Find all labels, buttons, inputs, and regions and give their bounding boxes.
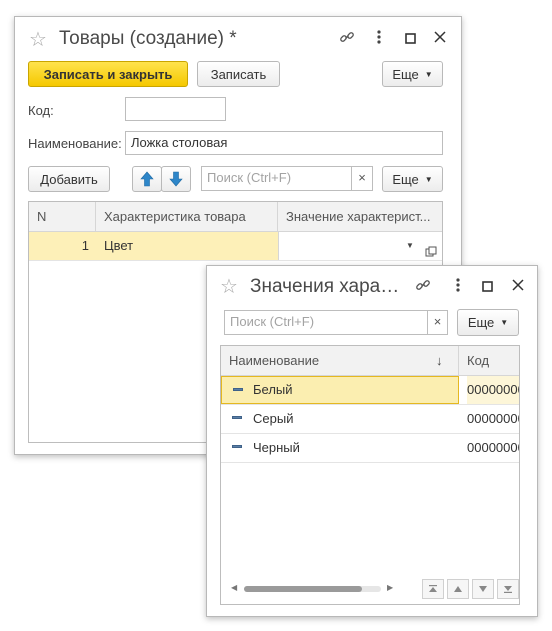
list-item-name: Серый [253, 411, 294, 426]
list-item-name-cell: Белый [221, 376, 459, 404]
list-item-name-cell: Черный [221, 434, 459, 462]
main-form-title: Товары (создание) * [59, 28, 237, 49]
move-down-button[interactable] [161, 166, 191, 192]
column-header-code[interactable]: Код [459, 346, 519, 375]
scroll-down-icon [479, 586, 487, 592]
column-header-name[interactable]: Наименование ↓ [221, 346, 459, 375]
search-clear-button[interactable]: × [351, 166, 373, 191]
column-header-name-label: Наименование [229, 353, 320, 368]
row-value-field[interactable]: ▼ [278, 232, 442, 260]
link-icon[interactable] [339, 29, 355, 48]
column-header-n[interactable]: N [29, 202, 96, 231]
table-more-button[interactable]: Еще ▼ [382, 166, 443, 192]
name-field[interactable]: Ложка столовая [125, 131, 443, 155]
favorite-star-icon[interactable]: ☆ [29, 27, 47, 52]
chevron-down-icon: ▼ [500, 318, 509, 327]
list-item-name-cell: Серый [221, 405, 459, 433]
more-vertical-icon[interactable] [455, 277, 461, 296]
values-search-input[interactable]: Поиск (Ctrl+F) [224, 310, 428, 335]
scroll-down-button[interactable] [472, 579, 494, 599]
close-icon[interactable] [512, 278, 524, 294]
list-item-code: 00000000 [467, 376, 519, 404]
values-more-button[interactable]: Еще ▼ [457, 309, 519, 336]
catalog-item-icon [232, 445, 242, 448]
arrow-down-icon [169, 171, 183, 187]
more-vertical-icon[interactable] [376, 29, 382, 48]
clear-icon: × [358, 170, 366, 185]
scroll-up-icon [454, 586, 462, 592]
list-item-code: 00000000 [467, 440, 520, 455]
scroll-left-icon[interactable]: ◀ [231, 583, 237, 592]
maximize-icon[interactable] [482, 279, 493, 295]
dropdown-arrow-icon[interactable]: ▼ [406, 232, 414, 260]
open-form-icon[interactable] [425, 240, 437, 257]
values-list-header: Наименование ↓ Код [221, 346, 519, 376]
search-placeholder: Поиск (Ctrl+F) [207, 170, 292, 185]
add-button[interactable]: Добавить [28, 166, 110, 192]
more-button[interactable]: Еще ▼ [382, 61, 443, 87]
values-form-title: Значения хара… [250, 276, 400, 297]
values-more-label: Еще [467, 315, 495, 330]
table-more-label: Еще [392, 171, 419, 187]
list-item[interactable]: Серый 00000000 [221, 405, 519, 434]
link-icon[interactable] [415, 277, 431, 296]
list-item[interactable]: Белый 00000000 [221, 376, 519, 405]
list-item-code: 00000000 [467, 411, 520, 426]
maximize-icon[interactable] [405, 31, 416, 47]
scroll-to-top-icon [429, 585, 437, 592]
horizontal-scrollbar-thumb[interactable] [244, 586, 362, 592]
column-header-value[interactable]: Значение характерист... [278, 202, 442, 231]
catalog-item-icon [233, 388, 243, 391]
row-characteristic: Цвет [104, 238, 134, 253]
scroll-up-button[interactable] [447, 579, 469, 599]
scroll-to-bottom-button[interactable] [497, 579, 519, 599]
code-label: Код: [28, 103, 54, 118]
arrow-up-icon [140, 171, 154, 187]
values-list: Наименование ↓ Код Белый 00000000 Серый … [220, 345, 520, 605]
scroll-to-top-button[interactable] [422, 579, 444, 599]
values-search-placeholder: Поиск (Ctrl+F) [230, 314, 315, 329]
values-search-clear-button[interactable]: × [427, 310, 448, 335]
sort-descending-icon: ↓ [436, 353, 443, 368]
clear-icon: × [433, 314, 442, 329]
move-up-button[interactable] [132, 166, 162, 192]
scroll-right-icon[interactable]: ▶ [387, 583, 393, 592]
list-item-name: Черный [253, 440, 300, 455]
column-header-characteristic[interactable]: Характеристика товара [96, 202, 278, 231]
save-button[interactable]: Записать [197, 61, 280, 87]
code-field[interactable] [125, 97, 226, 121]
name-label: Наименование: [28, 136, 122, 151]
horizontal-scrollbar[interactable] [244, 586, 381, 592]
list-item[interactable]: Черный 00000000 [221, 434, 519, 463]
chevron-down-icon: ▼ [424, 69, 433, 79]
table-header: N Характеристика товара Значение характе… [29, 202, 442, 232]
list-item-name: Белый [253, 382, 293, 397]
scroll-to-bottom-icon [504, 586, 512, 593]
values-form-window: ☆ Значения хара… Поиск (Ctrl+F) × Еще ▼ … [206, 265, 538, 617]
chevron-down-icon: ▼ [424, 174, 433, 184]
row-number: 1 [81, 238, 89, 253]
more-button-label: Еще [392, 66, 419, 82]
save-and-close-button[interactable]: Записать и закрыть [28, 61, 188, 87]
table-row[interactable]: 1 Цвет ▼ [29, 232, 442, 261]
search-input[interactable]: Поиск (Ctrl+F) [201, 166, 352, 191]
catalog-item-icon [232, 416, 242, 419]
close-icon[interactable] [434, 30, 446, 46]
favorite-star-icon[interactable]: ☆ [220, 274, 238, 299]
